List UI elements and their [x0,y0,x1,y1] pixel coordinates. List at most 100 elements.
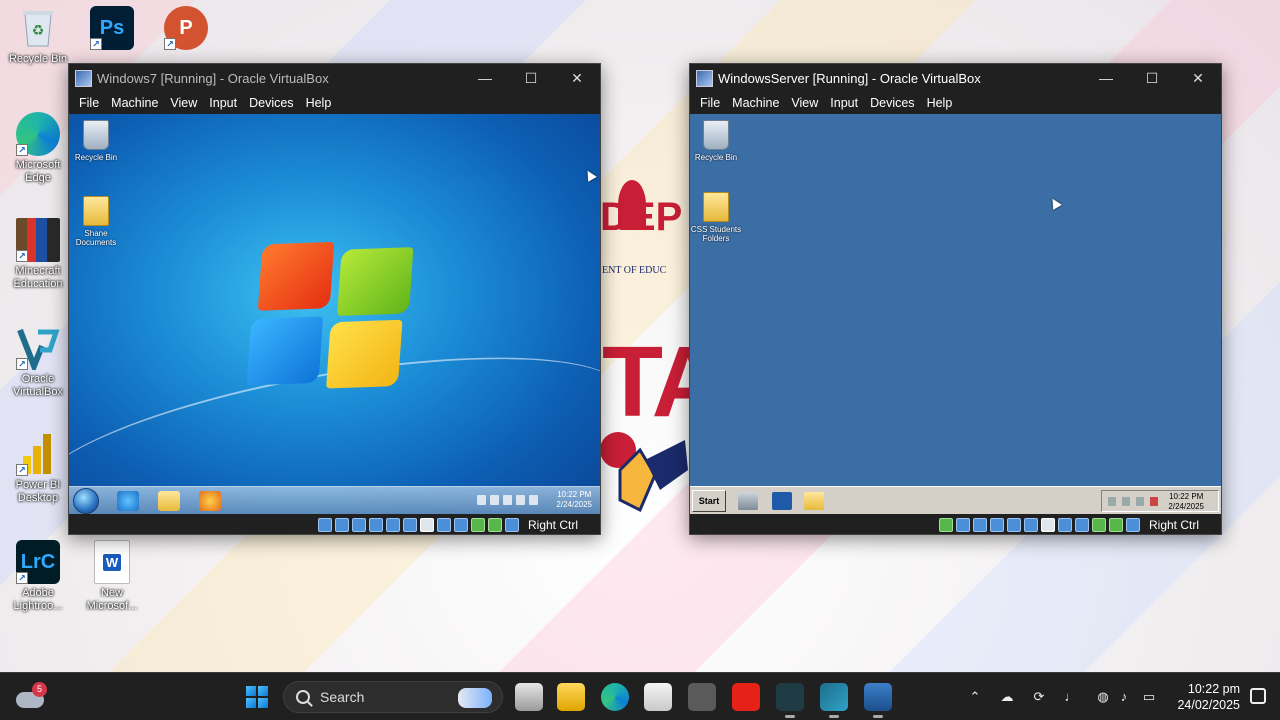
desktop-icon-word-doc[interactable]: W New Microsof... [80,540,144,613]
clipboard-icon[interactable] [1074,518,1089,532]
file-explorer-icon[interactable] [557,683,585,711]
maximize-button[interactable]: ☐ [1129,70,1175,87]
optical-drive-icon[interactable] [334,518,349,532]
shared-folders-icon[interactable] [402,518,417,532]
chevron-up-icon[interactable]: ⌃ [967,689,983,705]
guest-icon-recycle-bin[interactable]: Recycle Bin [69,120,126,162]
edge-icon[interactable] [601,683,629,711]
server-start-button[interactable]: Start [692,490,726,512]
display-icon[interactable] [1040,518,1055,532]
win7-start-button[interactable] [73,488,99,514]
search-box[interactable]: Search [283,681,503,713]
clock-date: 24/02/2025 [1177,698,1240,712]
youtube-icon[interactable] [732,683,760,711]
vm-guest-screen[interactable]: Recycle Bin Shane Documents 10:22 PM 2/2… [69,114,600,514]
cpu-icon[interactable] [470,518,485,532]
vm-2008-icon[interactable] [864,683,892,718]
desktop-icon-virtualbox[interactable]: ↗ Oracle VirtualBox [6,326,70,399]
cpu-icon[interactable] [1091,518,1106,532]
win7-desktop[interactable]: Recycle Bin Shane Documents 10:22 PM 2/2… [69,114,600,514]
audio-icon[interactable] [317,518,332,532]
vm-title-bar[interactable]: WindowsServer [Running] - Oracle Virtual… [690,64,1221,92]
menu-input[interactable]: Input [203,96,243,110]
guest-icon-recycle-bin[interactable]: Recycle Bin [690,120,746,162]
win7-clock[interactable]: 10:22 PM 2/24/2025 [556,490,592,510]
powershell-icon[interactable] [772,492,792,510]
battery-icon[interactable]: ▭ [1141,689,1157,705]
menu-input[interactable]: Input [824,96,864,110]
internet-explorer-icon[interactable] [117,491,139,511]
menu-file[interactable]: File [73,96,105,110]
close-button[interactable]: ✕ [1175,70,1221,87]
desktop-icon-recycle-bin[interactable]: ♻ Recycle Bin [6,6,70,66]
hard-disk-icon[interactable] [351,518,366,532]
notification-icon[interactable] [1250,688,1266,704]
desktop-icon-edge[interactable]: ↗ Microsoft Edge [6,112,70,185]
desktop-icon-powerpoint[interactable]: P ↗ [154,6,218,53]
desktop-icon-powerbi[interactable]: ↗ Power BI Desktop [6,432,70,505]
menu-devices[interactable]: Devices [864,96,920,110]
mouse-integration-icon[interactable] [1108,518,1123,532]
file-explorer-icon[interactable] [158,491,180,511]
guest-icon-label: Recycle Bin [74,153,118,162]
microphone-icon[interactable]: ♩ [1063,689,1079,705]
audio-icon[interactable] [938,518,953,532]
guest-icon-shane-documents[interactable]: Shane Documents [69,196,126,247]
close-button[interactable]: ✕ [554,70,600,87]
host-taskbar: 5 Search ⌃ ☁ ⟳ ♩ ◍ ♪ ▭ 10:22 pm 24/02/20… [0,672,1280,720]
vm-guest-screen[interactable]: Recycle Bin CSS Students Folders Start 1… [690,114,1221,514]
mouse-integration-icon[interactable] [487,518,502,532]
network-icon[interactable] [989,518,1004,532]
media-player-icon[interactable] [199,491,221,511]
minimize-button[interactable]: — [462,70,508,86]
task-view-icon[interactable] [515,683,543,711]
clipboard-icon[interactable] [453,518,468,532]
menu-view[interactable]: View [164,96,203,110]
menu-machine[interactable]: Machine [726,96,785,110]
server-clock[interactable]: 10:22 PM 2/24/2025 [1168,492,1204,512]
weather-widget[interactable]: 5 [16,682,47,710]
app-icon[interactable] [776,683,804,718]
shared-folders-icon[interactable] [1023,518,1038,532]
camera-icon[interactable] [688,683,716,711]
server-desktop[interactable]: Recycle Bin CSS Students Folders Start 1… [690,114,1221,514]
menu-help[interactable]: Help [300,96,338,110]
keyboard-icon[interactable] [1125,518,1140,532]
network-icon[interactable] [368,518,383,532]
sync-icon[interactable]: ⟳ [1031,689,1047,705]
hard-disk-icon[interactable] [972,518,987,532]
usb-icon[interactable] [1006,518,1021,532]
guest-icon-css-students-folders[interactable]: CSS Students Folders [690,192,746,243]
usb-icon[interactable] [385,518,400,532]
globe-icon[interactable]: ◍ [1095,689,1111,705]
taskbar-clock[interactable]: 10:22 pm 24/02/2025 [1177,681,1240,713]
desktop-icon-photoshop[interactable]: Ps ↗ [80,6,144,53]
wallpaper-logo: DEP ENT OF EDUC TA [600,175,724,515]
vm-window-windows7[interactable]: Windows7 [Running] - Oracle VirtualBox —… [68,63,601,535]
desktop-icon-minecraft[interactable]: ↗ Minecraft Education [6,218,70,291]
optical-drive-icon[interactable] [955,518,970,532]
recording-icon[interactable] [436,518,451,532]
file-explorer-icon[interactable] [804,492,824,510]
store-icon[interactable] [644,683,672,711]
network-off-icon[interactable]: ☁ [999,689,1015,705]
word-icon: W [94,540,130,584]
server-manager-icon[interactable] [738,492,758,510]
menu-devices[interactable]: Devices [243,96,299,110]
volume-icon[interactable]: ♪ [1116,689,1132,705]
menu-machine[interactable]: Machine [105,96,164,110]
menu-help[interactable]: Help [921,96,959,110]
display-icon[interactable] [419,518,434,532]
desktop-icon-label: New Microsof... [86,587,138,612]
maximize-button[interactable]: ☐ [508,70,554,87]
recording-icon[interactable] [1057,518,1072,532]
keyboard-icon[interactable] [504,518,519,532]
start-button[interactable] [246,686,268,708]
virtualbox-icon[interactable] [820,683,848,718]
desktop-icon-lightroom[interactable]: LrC ↗ Adobe Lightroo... [6,540,70,613]
menu-file[interactable]: File [694,96,726,110]
vm-window-windows-server[interactable]: WindowsServer [Running] - Oracle Virtual… [689,63,1222,535]
menu-view[interactable]: View [785,96,824,110]
minimize-button[interactable]: — [1083,70,1129,86]
vm-title-bar[interactable]: Windows7 [Running] - Oracle VirtualBox —… [69,64,600,92]
